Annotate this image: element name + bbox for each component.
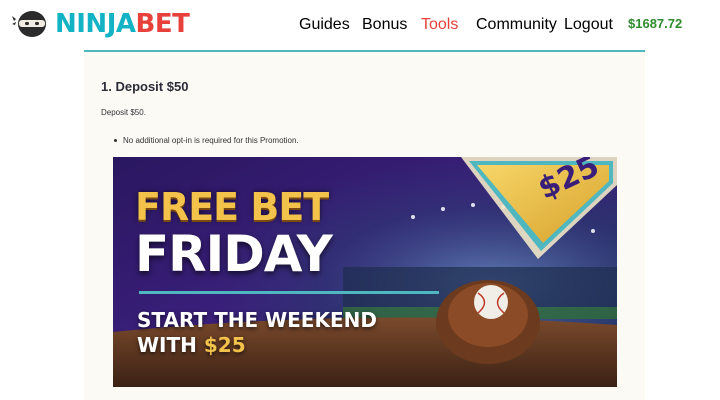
- nav-bonus[interactable]: Bonus: [362, 16, 407, 34]
- site-header: NINJABET Guides Bonus Tools Community Lo…: [0, 0, 720, 48]
- list-item: No additional opt-in is required for thi…: [114, 136, 299, 145]
- bullet-text: No additional opt-in is required for thi…: [123, 136, 299, 145]
- ninja-mask-icon: [12, 11, 46, 37]
- brand-name-part1: NINJA: [55, 9, 136, 39]
- baseball-glove-icon: [436, 280, 540, 364]
- nav-tools[interactable]: Tools: [421, 16, 458, 34]
- banner-subline-2-amount: $25: [203, 333, 246, 357]
- nav-logout[interactable]: Logout: [564, 16, 613, 34]
- nav-community[interactable]: Community: [476, 16, 557, 34]
- nav-guides[interactable]: Guides: [299, 16, 350, 34]
- account-balance: $1687.72: [628, 16, 683, 31]
- banner-subline-1: START THE WEEKEND: [137, 308, 377, 332]
- banner-headline-2: FRIDAY: [135, 225, 333, 283]
- brand-name: NINJABET: [55, 9, 190, 39]
- ninjabet-logo[interactable]: NINJABET: [12, 9, 190, 39]
- banner-subline-2: WITH $25: [137, 333, 246, 357]
- step-title: 1. Deposit $50: [101, 79, 189, 94]
- step-description: Deposit $50.: [101, 108, 146, 117]
- banner-subline-2-prefix: WITH: [137, 333, 204, 357]
- brand-name-part2: BET: [135, 9, 190, 39]
- promo-banner[interactable]: FREE BET FRIDAY START THE WEEKEND WITH $…: [113, 157, 617, 387]
- bullet-icon: [114, 139, 117, 142]
- banner-headline-1: FREE BET: [135, 185, 329, 229]
